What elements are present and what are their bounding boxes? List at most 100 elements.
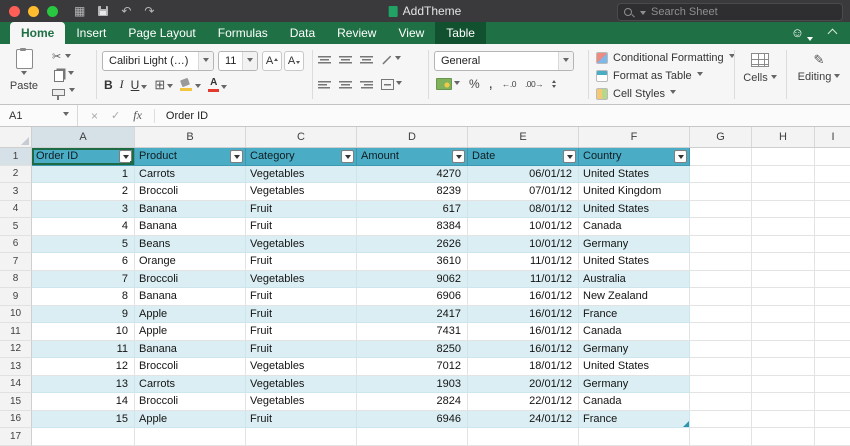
cell-E14[interactable]: 20/01/12: [468, 375, 579, 393]
cell-G9[interactable]: [690, 288, 752, 306]
cell-E7[interactable]: 11/01/12: [468, 253, 579, 271]
cell-C16[interactable]: Fruit: [246, 410, 357, 428]
conditional-formatting-button[interactable]: Conditional Formatting: [596, 50, 735, 65]
font-name-dropdown[interactable]: [198, 52, 213, 70]
cell-F5[interactable]: Canada: [579, 218, 690, 236]
row-header-12[interactable]: 12: [0, 340, 32, 358]
cell-C9[interactable]: Fruit: [246, 288, 357, 306]
cell-C3[interactable]: Vegetables: [246, 183, 357, 201]
cell-I1[interactable]: [815, 148, 850, 166]
font-name-select[interactable]: Calibri Light (…): [102, 51, 214, 71]
cell-G1[interactable]: [690, 148, 752, 166]
row-header-6[interactable]: 6: [0, 235, 32, 253]
cell-E2[interactable]: 06/01/12: [468, 165, 579, 183]
comma-style-button[interactable]: ,: [489, 76, 493, 91]
cell-styles-button[interactable]: Cell Styles: [596, 86, 676, 101]
cell-I7[interactable]: [815, 253, 850, 271]
cell-B10[interactable]: Apple: [135, 305, 246, 323]
font-size-dropdown[interactable]: [242, 52, 257, 70]
cell-G11[interactable]: [690, 323, 752, 341]
cell-I9[interactable]: [815, 288, 850, 306]
align-top-button[interactable]: [318, 54, 331, 65]
column-header-F[interactable]: F: [579, 127, 690, 147]
row-header-9[interactable]: 9: [0, 288, 32, 306]
tab-home[interactable]: Home: [10, 22, 66, 44]
cell-G16[interactable]: [690, 410, 752, 428]
row-header-2[interactable]: 2: [0, 165, 32, 183]
cell-G8[interactable]: [690, 270, 752, 288]
cell-A2[interactable]: 1: [32, 165, 135, 183]
cell-C6[interactable]: Vegetables: [246, 235, 357, 253]
select-all-corner[interactable]: [0, 127, 32, 147]
cell-G10[interactable]: [690, 305, 752, 323]
cell-F2[interactable]: United States: [579, 165, 690, 183]
cell-I13[interactable]: [815, 358, 850, 376]
cell-B11[interactable]: Apple: [135, 323, 246, 341]
cell-A3[interactable]: 2: [32, 183, 135, 201]
close-window-button[interactable]: [9, 5, 20, 17]
search-input[interactable]: Search Sheet: [617, 3, 843, 21]
cell-F3[interactable]: United Kingdom: [579, 183, 690, 201]
format-painter-button[interactable]: [52, 85, 75, 100]
cell-E12[interactable]: 16/01/12: [468, 340, 579, 358]
filter-button[interactable]: [341, 150, 354, 163]
column-header-A[interactable]: A: [32, 127, 135, 147]
cell-E1[interactable]: Date: [468, 148, 579, 166]
cell-B2[interactable]: Carrots: [135, 165, 246, 183]
cell-D9[interactable]: 6906: [357, 288, 468, 306]
cell-B4[interactable]: Banana: [135, 200, 246, 218]
cell-B14[interactable]: Carrots: [135, 375, 246, 393]
cell-A15[interactable]: 14: [32, 393, 135, 411]
cell-A4[interactable]: 3: [32, 200, 135, 218]
cell-D12[interactable]: 8250: [357, 340, 468, 358]
cell-G14[interactable]: [690, 375, 752, 393]
format-as-table-button[interactable]: Format as Table: [596, 68, 703, 83]
cell-E13[interactable]: 18/01/12: [468, 358, 579, 376]
align-right-button[interactable]: [360, 79, 373, 90]
filter-button[interactable]: [119, 150, 132, 163]
row-header-3[interactable]: 3: [0, 183, 32, 201]
cell-F1[interactable]: Country: [579, 148, 690, 166]
column-header-G[interactable]: G: [690, 127, 752, 147]
cell-H4[interactable]: [752, 200, 815, 218]
cell-G4[interactable]: [690, 200, 752, 218]
cell-D11[interactable]: 7431: [357, 323, 468, 341]
cell-C4[interactable]: Fruit: [246, 200, 357, 218]
cell-I4[interactable]: [815, 201, 850, 218]
cell-H3[interactable]: [752, 183, 815, 201]
column-header-H[interactable]: H: [752, 127, 815, 147]
feedback-smiley-icon[interactable]: ☺: [791, 22, 804, 44]
decimal-spinner[interactable]: [552, 78, 557, 90]
cell-C12[interactable]: Fruit: [246, 340, 357, 358]
cell-I16[interactable]: [815, 411, 850, 428]
ribbon-collapse-icon[interactable]: [827, 28, 838, 39]
cell-C2[interactable]: Vegetables: [246, 165, 357, 183]
tab-data[interactable]: Data: [279, 22, 326, 44]
cell-D1[interactable]: Amount: [357, 148, 468, 166]
number-format-select[interactable]: General: [434, 51, 574, 71]
cell-I2[interactable]: [815, 166, 850, 183]
cell-B12[interactable]: Banana: [135, 340, 246, 358]
cell-D16[interactable]: 6946: [357, 410, 468, 428]
selected-cell-A1[interactable]: Order ID: [32, 148, 135, 166]
cell-C8[interactable]: Vegetables: [246, 270, 357, 288]
cell-F14[interactable]: Germany: [579, 375, 690, 393]
cell-G12[interactable]: [690, 340, 752, 358]
minimize-window-button[interactable]: [28, 5, 39, 17]
cell-H7[interactable]: [752, 253, 815, 271]
column-header-C[interactable]: C: [246, 127, 357, 147]
insert-function-button[interactable]: fx: [133, 108, 142, 123]
cell-B5[interactable]: Banana: [135, 218, 246, 236]
filter-button[interactable]: [674, 150, 687, 163]
cell-E16[interactable]: 24/01/12: [468, 410, 579, 428]
cell-A12[interactable]: 11: [32, 340, 135, 358]
increase-decimal-button[interactable]: .00→: [525, 79, 544, 89]
cell-C7[interactable]: Fruit: [246, 253, 357, 271]
cell-B6[interactable]: Beans: [135, 235, 246, 253]
filter-button[interactable]: [563, 150, 576, 163]
cell-A7[interactable]: 6: [32, 253, 135, 271]
cell-F4[interactable]: United States: [579, 200, 690, 218]
cell-B3[interactable]: Broccoli: [135, 183, 246, 201]
cell-I17[interactable]: [815, 428, 850, 446]
cell-A11[interactable]: 10: [32, 323, 135, 341]
